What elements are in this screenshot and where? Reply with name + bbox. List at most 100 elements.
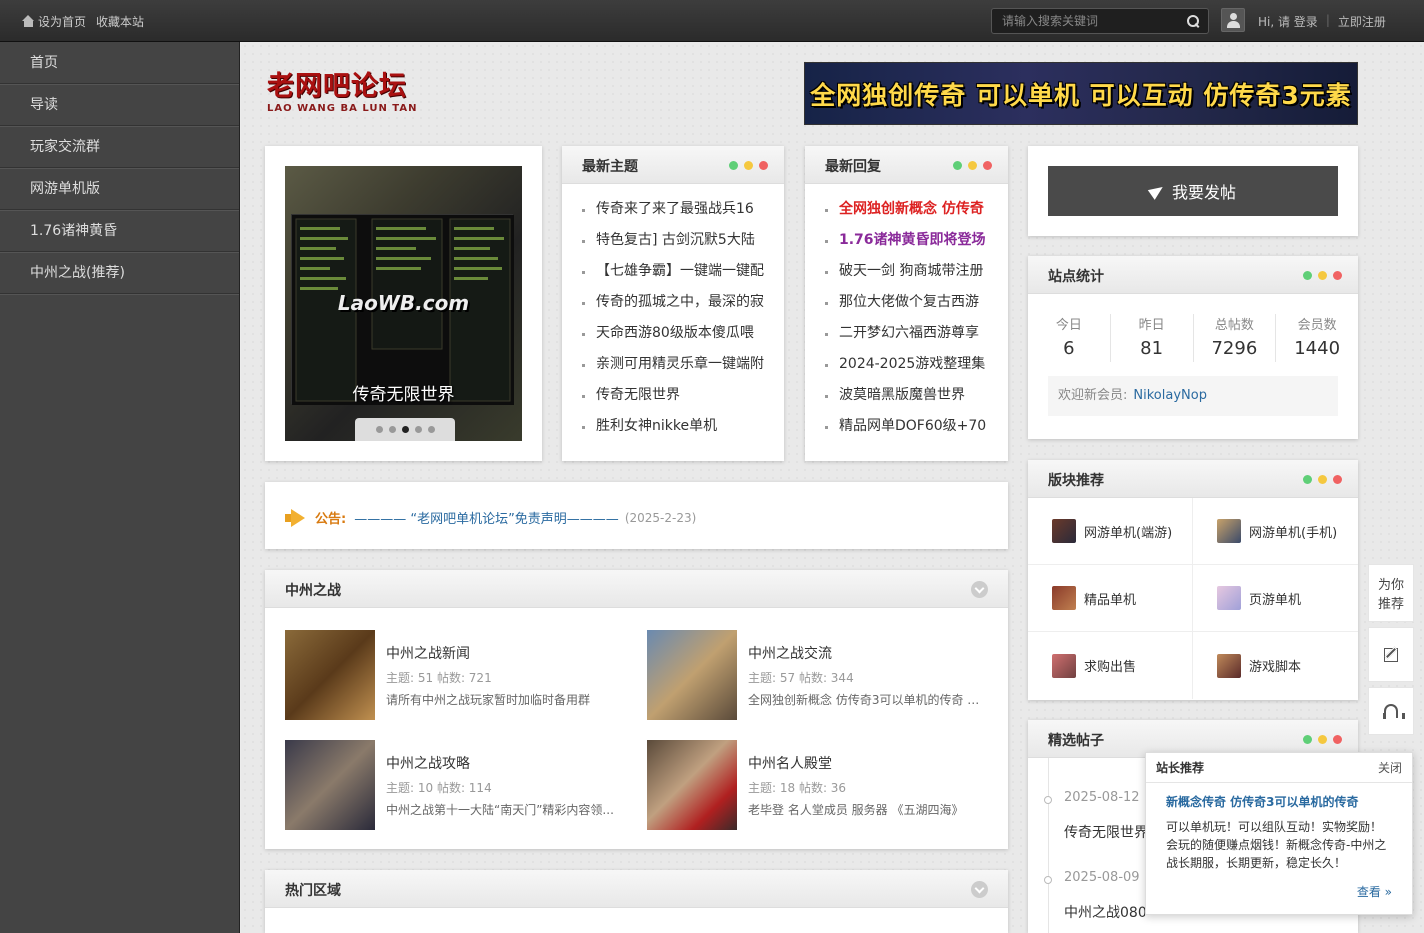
forum-thumbnail (285, 630, 375, 720)
popup-more-link[interactable]: 查看 » (1357, 883, 1392, 900)
board-link[interactable]: 游戏脚本 (1193, 632, 1358, 699)
reply-item[interactable]: 全网独创新概念 仿传奇 (825, 194, 1008, 225)
reply-item[interactable]: 精品网单DOF60级+70 (825, 411, 1008, 442)
board-avatar (1217, 586, 1241, 610)
sidebar-item-zhongzhou[interactable]: 中州之战(推荐) (0, 252, 239, 294)
forum-stats: 主题: 18 帖数: 36 (748, 781, 847, 795)
slider-dot[interactable] (375, 426, 383, 433)
sidebar-item-home[interactable]: 首页 (0, 42, 239, 84)
collapse-icon[interactable] (971, 881, 988, 898)
slider-caption: 传奇无限世界 (352, 385, 455, 405)
recommended-boards-card: 版块推荐 网游单机(端游) 网游单机(手机) 精品单机 页游单机 求购出售 游戏… (1028, 460, 1358, 700)
topic-item[interactable]: 【七雄争霸】一键端一键配 (582, 256, 784, 287)
favorite-link[interactable]: 收藏本站 (96, 13, 144, 30)
support-float-button[interactable] (1368, 687, 1414, 735)
reply-item[interactable]: 那位大佬做个复古西游 (825, 287, 1008, 318)
recommend-float-button[interactable]: 为你推荐 (1368, 564, 1414, 622)
stat-posts: 总帖数 7296 (1194, 314, 1277, 362)
forum-item[interactable]: 中州之战攻略 主题: 10 帖数: 114 中州之战第十一大陆“南天门”精彩内容… (285, 740, 625, 830)
set-home-link[interactable]: 设为首页 (22, 13, 86, 30)
site-logo[interactable]: 老网吧论坛 LAO WANG BA LUN TAN (267, 71, 417, 115)
topic-item[interactable]: 天命西游80级版本傻瓜喂 (582, 318, 784, 349)
forum-desc[interactable]: 中州之战第十一大陆“南天门”精彩内容领... (386, 801, 626, 818)
reply-item[interactable]: 2024-2025游戏整理集 (825, 349, 1008, 380)
post-card: 我要发帖 (1028, 146, 1358, 236)
ad-banner[interactable]: 全网独创传奇 可以单机 可以互动 仿传奇3元素 (804, 62, 1358, 125)
forum-desc[interactable]: 全网独创新概念 仿传奇3可以单机的传奇 可... (748, 691, 988, 708)
popup-title-link[interactable]: 新概念传奇 仿传奇3可以单机的传奇 (1146, 783, 1412, 810)
slider-dot[interactable] (388, 426, 396, 433)
user-icon[interactable] (1221, 8, 1245, 32)
window-dots (1303, 735, 1342, 744)
featured-post-link[interactable]: 传奇无限世界 (1064, 822, 1148, 842)
forum-stats: 主题: 51 帖数: 721 (386, 671, 492, 685)
sidebar: 首页 导读 玩家交流群 网游单机版 1.76诸神黄昏 中州之战(推荐) (0, 42, 240, 933)
board-avatar (1052, 586, 1076, 610)
post-float-button[interactable] (1368, 627, 1414, 682)
topic-item[interactable]: 亲测可用精灵乐章一键端附 (582, 349, 784, 380)
recommended-boards-title: 版块推荐 (1048, 473, 1104, 489)
image-slider[interactable]: LaoWB.com 传奇无限世界 (285, 166, 522, 441)
board-link[interactable]: 精品单机 (1028, 565, 1193, 632)
board-link[interactable]: 页游单机 (1193, 565, 1358, 632)
latest-topics-card: 最新主题 传奇来了来了最强战兵16 特色复古] 古剑沉默5大陆 【七雄争霸】一键… (562, 146, 784, 461)
hot-zone-section: 热门区域 (265, 870, 1008, 933)
logo-title: 老网吧论坛 (267, 71, 407, 102)
popup-close-button[interactable]: 关闭 (1378, 753, 1402, 783)
topic-item[interactable]: 传奇无限世界 (582, 380, 784, 411)
forum-thumbnail (285, 740, 375, 830)
board-avatar (1217, 519, 1241, 543)
latest-topics-title: 最新主题 (582, 159, 638, 175)
login-link[interactable]: Hi, 请 登录 (1258, 13, 1318, 30)
board-link[interactable]: 网游单机(端游) (1028, 498, 1193, 565)
window-dots (1303, 475, 1342, 484)
latest-replies-title: 最新回复 (825, 159, 881, 175)
featured-post-link[interactable]: 中州之战080 (1064, 902, 1147, 922)
new-member-link[interactable]: NikolayNop (1133, 388, 1207, 403)
forum-name[interactable]: 中州名人殿堂 (748, 753, 832, 773)
forum-desc[interactable]: 请所有中州之战玩家暂时加临时备用群 (386, 691, 626, 708)
new-post-button[interactable]: 我要发帖 (1048, 166, 1338, 216)
topic-item[interactable]: 传奇来了来了最强战兵16 (582, 194, 784, 225)
forum-item[interactable]: 中州名人殿堂 主题: 18 帖数: 36 老毕登 名人堂成员 服务器 《五湖四海… (647, 740, 987, 830)
notice-card: 公告: ———— “老网吧单机论坛”免责声明———— (2025-2-23) (265, 482, 1008, 549)
home-icon (22, 15, 35, 27)
forum-item[interactable]: 中州之战新闻 主题: 51 帖数: 721 请所有中州之战玩家暂时加临时备用群 (285, 630, 625, 720)
forum-name[interactable]: 中州之战攻略 (386, 753, 470, 773)
stat-members: 会员数 1440 (1294, 318, 1341, 359)
popup-header: 站长推荐 (1156, 761, 1205, 775)
slider-dot-active[interactable] (401, 426, 409, 433)
sidebar-item-online-single[interactable]: 网游单机版 (0, 168, 239, 210)
reply-item[interactable]: 二开梦幻六福西游尊享 (825, 318, 1008, 349)
slider-dot[interactable] (427, 426, 435, 433)
sidebar-item-guide[interactable]: 导读 (0, 84, 239, 126)
board-avatar (1052, 519, 1076, 543)
banner-text: 全网独创传奇 可以单机 可以互动 仿传奇3元素 (810, 80, 1352, 110)
topic-item[interactable]: 传奇的孤城之中，最深的寂 (582, 287, 784, 318)
forum-item[interactable]: 中州之战交流 主题: 57 帖数: 344 全网独创新概念 仿传奇3可以单机的传… (647, 630, 988, 720)
board-link[interactable]: 求购出售 (1028, 632, 1193, 699)
sidebar-item-player-group[interactable]: 玩家交流群 (0, 126, 239, 168)
search-input[interactable] (992, 9, 1182, 33)
forum-name[interactable]: 中州之战交流 (748, 643, 832, 663)
reply-item[interactable]: 波莫暗黑版魔兽世界 (825, 380, 1008, 411)
forum-stats: 主题: 57 帖数: 344 (748, 671, 854, 685)
sidebar-item-176[interactable]: 1.76诸神黄昏 (0, 210, 239, 252)
reply-item[interactable]: 1.76诸神黄昏即将登场 (825, 225, 1008, 256)
reply-item[interactable]: 破天一剑 狗商城带注册 (825, 256, 1008, 287)
slider-dot[interactable] (414, 426, 422, 433)
topic-item[interactable]: 特色复古] 古剑沉默5大陆 (582, 225, 784, 256)
register-link[interactable]: 立即注册 (1338, 13, 1386, 30)
board-link[interactable]: 网游单机(手机) (1193, 498, 1358, 565)
topic-item[interactable]: 胜利女神nikke单机 (582, 411, 784, 442)
featured-date: 2025-08-09 (1044, 870, 1140, 885)
search-box (991, 8, 1209, 34)
board-avatar (1217, 653, 1241, 678)
forum-thumbnail (647, 740, 737, 830)
notice-link[interactable]: ———— “老网吧单机论坛”免责声明———— (354, 508, 619, 527)
forum-desc[interactable]: 老毕登 名人堂成员 服务器 《五湖四海》 (748, 801, 988, 818)
search-icon[interactable] (1187, 15, 1200, 28)
window-dots (729, 161, 768, 170)
collapse-icon[interactable] (971, 581, 988, 598)
forum-name[interactable]: 中州之战新闻 (386, 643, 470, 663)
